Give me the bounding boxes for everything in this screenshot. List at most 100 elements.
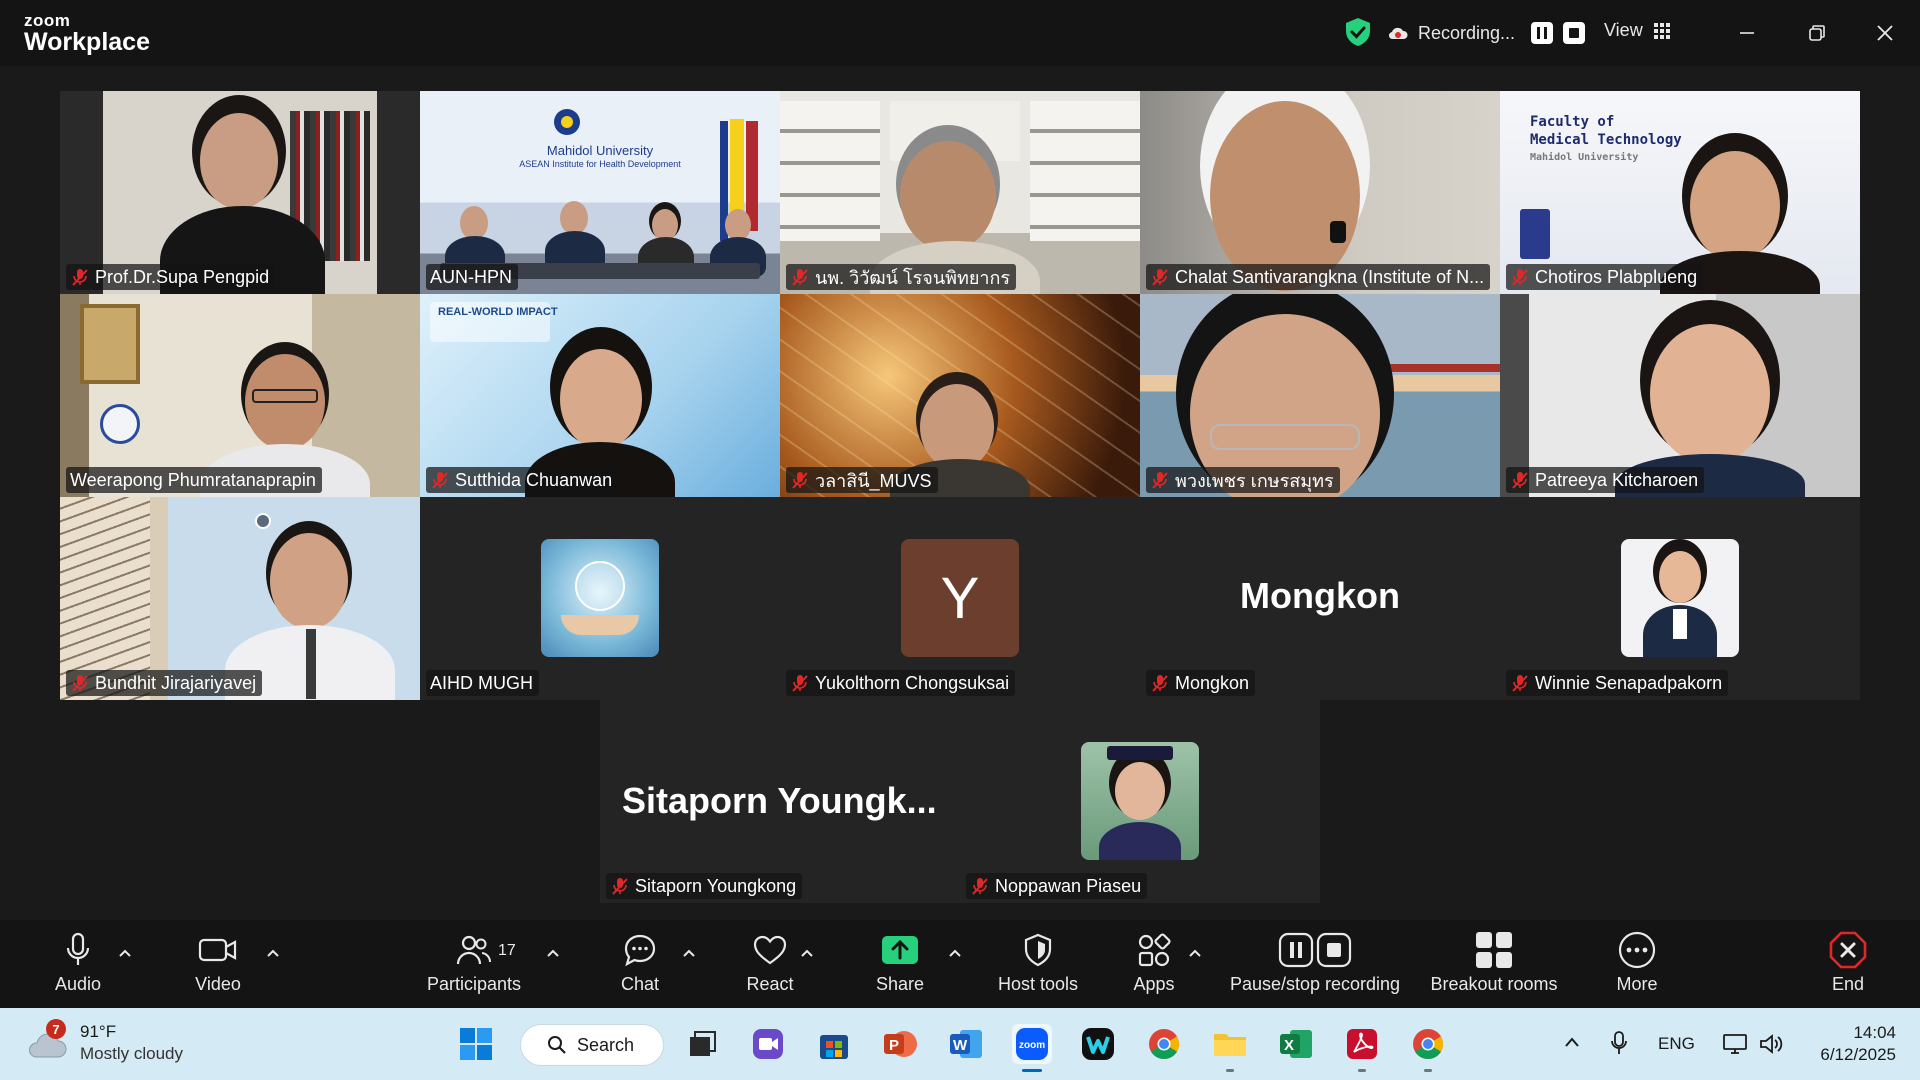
svg-text:X: X xyxy=(1284,1037,1294,1054)
task-view-button[interactable] xyxy=(682,1024,722,1064)
taskbar-search[interactable]: Search xyxy=(520,1024,664,1066)
taskbar-app-zoom[interactable]: zoom xyxy=(1012,1024,1052,1072)
tray-microphone-icon[interactable] xyxy=(1610,1030,1628,1056)
chat-button[interactable]: Chat xyxy=(612,930,668,1002)
taskbar-app-powerpoint[interactable]: P xyxy=(880,1024,920,1064)
participant-tile[interactable]: Patreeya Kitcharoen xyxy=(1500,294,1860,497)
participant-name: นพ. วิวัฒน์ โรจนพิทยากร xyxy=(815,267,1011,288)
breakout-rooms-button[interactable]: Breakout rooms xyxy=(1426,930,1562,1002)
participant-tile[interactable]: Y Yukolthorn Chongsuksai xyxy=(780,497,1140,700)
participant-tile[interactable]: Faculty of Medical Technology Mahidol Un… xyxy=(1500,91,1860,294)
windows-taskbar: 7 91°F Mostly cloudy Search P W zoom X E… xyxy=(0,1008,1920,1080)
share-options-chevron-up-icon[interactable] xyxy=(948,948,962,958)
search-icon xyxy=(548,1036,566,1054)
minimize-button[interactable] xyxy=(1732,18,1762,48)
taskbar-app-excel[interactable]: X xyxy=(1276,1024,1316,1064)
restore-button[interactable] xyxy=(1802,18,1832,48)
participant-name: Noppawan Piaseu xyxy=(995,875,1142,896)
participant-tile-active-speaker[interactable]: Mahidol University ASEAN Institute for H… xyxy=(420,91,780,294)
participant-name: พวงเพชร เกษรสมุทร xyxy=(1175,470,1334,491)
taskbar-app-meet[interactable] xyxy=(748,1024,788,1064)
audio-button[interactable]: Audio xyxy=(50,930,106,1002)
apps-options-chevron-up-icon[interactable] xyxy=(1188,948,1202,958)
host-tools-button[interactable]: Host tools xyxy=(990,930,1086,1002)
participant-name: Sitaporn Youngkong xyxy=(635,875,797,896)
participant-display-name: Mongkon xyxy=(1240,575,1400,616)
end-label: End xyxy=(1831,974,1865,994)
participant-name: Prof.Dr.Supa Pengpid xyxy=(95,266,270,287)
participant-tile[interactable]: Sitaporn Youngk... Sitaporn Youngkong xyxy=(600,700,960,903)
chat-options-chevron-up-icon[interactable] xyxy=(682,948,696,958)
participant-name-tag: วลาสินี_MUVS xyxy=(786,467,938,493)
taskbar-app-chrome-profile[interactable] xyxy=(1408,1024,1448,1072)
microphone-muted-icon xyxy=(612,878,628,895)
taskbar-app-store[interactable] xyxy=(814,1024,854,1064)
participant-name-tag: Mongkon xyxy=(1146,670,1256,696)
participant-name-tag: Winnie Senapadpakorn xyxy=(1506,670,1729,696)
participant-name-tag: AIHD MUGH xyxy=(426,670,539,696)
clock-date: 6/12/2025 xyxy=(1820,1045,1896,1064)
participant-tile[interactable]: Mongkon Mongkon xyxy=(1140,497,1500,700)
react-button[interactable]: React xyxy=(740,930,800,1002)
taskbar-app-file-explorer[interactable] xyxy=(1210,1024,1250,1072)
volume-speaker-icon[interactable] xyxy=(1758,1032,1784,1056)
participant-tile[interactable]: Weerapong Phumratanaprapin xyxy=(60,294,420,497)
participant-tile[interactable]: Bundhit Jirajariyavej xyxy=(60,497,420,700)
banner-text: REAL-WORLD IMPACT xyxy=(438,306,558,318)
meeting-toolbar: Audio Video Participants 17 Chat React S… xyxy=(0,920,1920,1008)
participant-name: วลาสินี_MUVS xyxy=(815,470,932,491)
participant-tile[interactable]: AIHD MUGH xyxy=(420,497,780,700)
more-button[interactable]: More xyxy=(1612,930,1662,1002)
taskbar-app-acrobat[interactable] xyxy=(1342,1024,1382,1072)
participants-options-chevron-up-icon[interactable] xyxy=(546,948,560,958)
video-button[interactable]: Video xyxy=(186,930,250,1002)
start-button[interactable] xyxy=(456,1024,496,1064)
network-icon[interactable] xyxy=(1722,1032,1748,1056)
task-view-icon xyxy=(690,1031,716,1056)
title-bar: zoom Workplace Recording... View xyxy=(0,0,1920,66)
microphone-muted-icon xyxy=(1512,675,1528,692)
participant-name-tag: Yukolthorn Chongsuksai xyxy=(786,670,1016,696)
participant-tile[interactable]: REAL-WORLD IMPACT Sutthida Chuanwan xyxy=(420,294,780,497)
breakout-rooms-icon xyxy=(1476,932,1512,968)
recording-indicator: Recording... xyxy=(1388,18,1586,48)
taskbar-app-webex[interactable] xyxy=(1078,1024,1118,1064)
taskbar-app-chrome[interactable] xyxy=(1144,1024,1184,1064)
weather-widget[interactable]: 7 91°F Mostly cloudy xyxy=(28,1019,183,1064)
participant-tile[interactable]: Prof.Dr.Supa Pengpid xyxy=(60,91,420,294)
powerpoint-icon: P xyxy=(884,1031,917,1057)
view-button[interactable]: View xyxy=(1604,20,1671,41)
participant-tile[interactable]: Chalat Santivarangkna (Institute of N... xyxy=(1140,91,1500,294)
participant-tile[interactable]: วลาสินี_MUVS xyxy=(780,294,1140,497)
zoom-app-icon: zoom xyxy=(1016,1028,1048,1060)
acrobat-pdf-icon xyxy=(1347,1029,1377,1059)
microsoft-store-icon xyxy=(820,1035,848,1059)
participant-tile[interactable]: Noppawan Piaseu xyxy=(960,700,1320,903)
share-screen-button[interactable]: Share xyxy=(872,930,928,1002)
end-meeting-button[interactable]: End xyxy=(1826,930,1870,1002)
stop-recording-button[interactable] xyxy=(1563,22,1586,44)
taskbar-app-word[interactable]: W xyxy=(946,1024,986,1064)
input-language-indicator[interactable]: ENG xyxy=(1658,1034,1695,1054)
security-shield-icon[interactable] xyxy=(1344,17,1372,47)
participant-name-tag: พวงเพชร เกษรสมุทร xyxy=(1146,467,1340,493)
microphone-muted-icon xyxy=(972,878,988,895)
participant-avatar xyxy=(1621,539,1739,657)
apps-button[interactable]: Apps xyxy=(1126,930,1182,1002)
pause-stop-recording-button[interactable]: Pause/stop recording xyxy=(1224,930,1406,1002)
system-clock[interactable]: 14:04 6/12/2025 xyxy=(1820,1022,1896,1066)
audio-options-chevron-up-icon[interactable] xyxy=(118,948,132,958)
video-options-chevron-up-icon[interactable] xyxy=(266,948,280,958)
participants-button[interactable]: Participants xyxy=(424,930,524,1002)
close-window-button[interactable] xyxy=(1870,18,1900,48)
show-hidden-icons-chevron-up-icon[interactable] xyxy=(1564,1036,1580,1048)
participant-tile[interactable]: พวงเพชร เกษรสมุทร xyxy=(1140,294,1500,497)
participant-tile[interactable]: นพ. วิวัฒน์ โรจนพิทยากร xyxy=(780,91,1140,294)
participant-name: Winnie Senapadpakorn xyxy=(1535,672,1723,693)
more-ellipsis-icon xyxy=(1618,931,1656,969)
pause-recording-button[interactable] xyxy=(1531,22,1554,44)
participant-name-tag: Weerapong Phumratanaprapin xyxy=(66,467,322,493)
react-options-chevron-up-icon[interactable] xyxy=(800,948,814,958)
participant-tile[interactable]: Winnie Senapadpakorn xyxy=(1500,497,1860,700)
microphone-muted-icon xyxy=(1512,472,1528,489)
